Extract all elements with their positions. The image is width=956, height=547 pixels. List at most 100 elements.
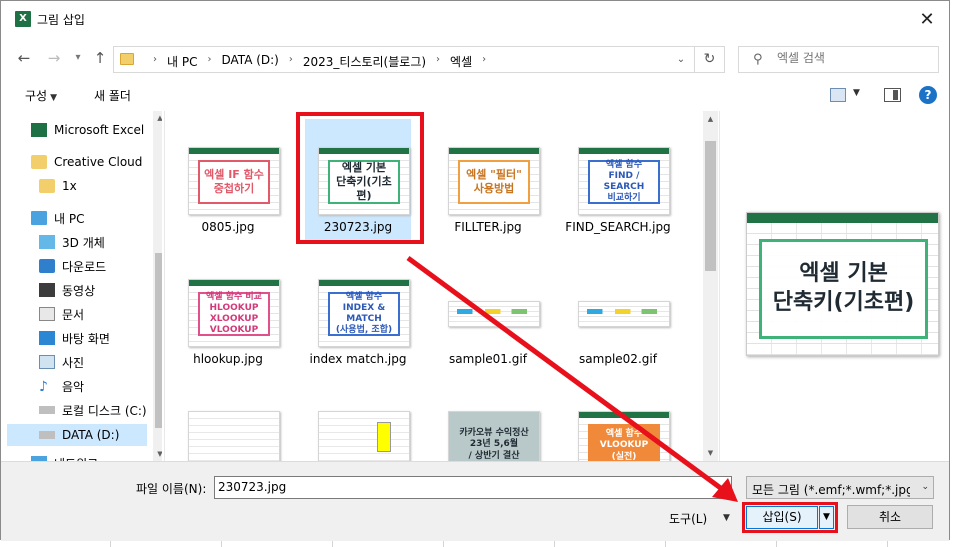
breadcrumb-separator-icon[interactable]: › xyxy=(202,53,216,70)
nav-item[interactable]: 로컬 디스크 (C:) xyxy=(7,399,147,421)
address-dropdown-chevron-icon[interactable]: ⌄ xyxy=(672,51,690,69)
file-thumbnail xyxy=(448,301,540,327)
nav-item[interactable]: DATA (D:) xyxy=(7,424,147,446)
download-icon xyxy=(39,259,55,273)
filetype-select[interactable]: 모든 그림 (*.emf;*.wmf;*.jpg;*. ⌄ xyxy=(746,476,934,499)
thumbnail-text-line: HLOOKUP xyxy=(209,302,259,313)
title-bar: X 그림 삽입 ✕ xyxy=(1,1,949,39)
insert-options-dropdown-icon[interactable]: ▼ xyxy=(819,506,834,529)
thumbnail-text-line: / 상반기 결산 xyxy=(468,450,520,461)
new-folder-button[interactable]: 새 폴더 xyxy=(94,87,131,104)
breadcrumb-item[interactable]: 2023_티스토리(블로그) xyxy=(298,53,431,70)
address-bar[interactable]: › 내 PC › DATA (D:) › 2023_티스토리(블로그) › 엑셀 › ⌄ ↻ xyxy=(113,46,725,73)
file-tile[interactable]: 엑셀 IF 함수 중첩하기 0805.jpg xyxy=(175,119,281,241)
preview-ribbon xyxy=(747,213,938,223)
file-name: sample02.gif xyxy=(579,352,657,366)
scroll-up-icon[interactable]: ▲ xyxy=(153,114,162,122)
file-tile[interactable]: 엑셀 "필터" 사용방법 FILLTER.jpg xyxy=(435,119,541,241)
preview-pane-icon[interactable] xyxy=(884,88,901,102)
thumbnail-text-line: 엑셀 함수 비교 xyxy=(206,291,262,302)
nav-item[interactable]: 문서 xyxy=(7,303,147,325)
breadcrumb-separator-icon[interactable]: › xyxy=(431,53,445,70)
nav-item[interactable]: 내 PC xyxy=(7,207,147,229)
up-arrow-icon[interactable]: ↑ xyxy=(89,47,111,69)
breadcrumb-item[interactable]: 엑셀 xyxy=(445,53,477,70)
nav-item[interactable]: 다운로드 xyxy=(7,255,147,277)
recent-locations-chevron-icon[interactable]: ▾ xyxy=(67,47,89,69)
nav-item[interactable]: 동영상 xyxy=(7,279,147,301)
document-icon xyxy=(39,307,55,321)
thumbnail-text-line: 중첩하기 xyxy=(213,182,255,195)
thumbnail-card: 엑셀 기본 단축키(기초편) xyxy=(328,160,400,204)
change-view-icon[interactable] xyxy=(830,88,846,102)
cube-icon xyxy=(39,235,55,249)
search-box[interactable]: ⚲ xyxy=(738,46,939,73)
scroll-up-icon[interactable]: ▲ xyxy=(703,115,718,123)
file-tile[interactable]: 엑셀 함수 FIND / SEARCH 비교하기 FIND_SEARCH.jpg xyxy=(565,119,671,241)
filename-input[interactable] xyxy=(218,480,698,494)
excel-icon: X xyxy=(15,11,31,27)
gif-preview-chips xyxy=(587,309,657,314)
file-name: FILLTER.jpg xyxy=(454,220,522,234)
file-tile[interactable]: 엑셀 함수 INDEX & MATCH (사용법, 조합) index match.j… xyxy=(305,251,411,373)
nav-item[interactable]: 바탕 화면 xyxy=(7,327,147,349)
chevron-down-icon[interactable]: ⌄ xyxy=(721,480,729,490)
scroll-down-icon[interactable]: ▼ xyxy=(703,449,718,457)
cancel-button[interactable]: 취소 xyxy=(847,505,933,529)
nav-item[interactable]: 3D 개체 xyxy=(7,231,147,253)
search-input[interactable] xyxy=(777,51,932,65)
gif-preview-chips xyxy=(457,309,527,314)
folder-sync-icon xyxy=(39,179,55,193)
nav-item[interactable]: Creative Cloud Fil xyxy=(7,151,147,173)
thumbnail-text-line: 엑셀 IF 함수 xyxy=(204,168,264,182)
breadcrumb-separator-icon[interactable]: › xyxy=(148,53,162,70)
forward-arrow-icon[interactable]: → xyxy=(43,47,65,69)
film-icon xyxy=(39,283,55,297)
preview-title-line1: 엑셀 기본 xyxy=(799,261,888,287)
breadcrumb-item[interactable]: 내 PC xyxy=(162,53,202,70)
file-tile[interactable]: 카카오뷰 수익정산 23년 5,6월 / 상반기 결산 xyxy=(435,383,541,461)
file-tile[interactable]: sample01.gif xyxy=(435,251,541,373)
scroll-thumb[interactable] xyxy=(705,141,716,271)
help-icon[interactable]: ? xyxy=(919,86,937,104)
tools-button[interactable]: 도구(L) xyxy=(669,510,707,527)
file-tile[interactable] xyxy=(305,383,411,461)
file-tile[interactable] xyxy=(175,383,281,461)
breadcrumb-separator-icon[interactable]: › xyxy=(477,53,491,70)
file-scrollbar[interactable]: ▲ ▼ xyxy=(703,111,718,461)
thumbnail-text-line: 엑셀 기본 xyxy=(341,161,387,175)
filetype-value: 모든 그림 (*.emf;*.wmf;*.jpg;*. xyxy=(752,483,910,497)
file-tile[interactable]: sample02.gif xyxy=(565,251,671,373)
nav-item[interactable]: 네트워크 xyxy=(7,452,147,461)
back-arrow-icon[interactable]: ← xyxy=(13,47,35,69)
file-tile[interactable]: 엑셀 함수 VLOOKUP (실전) xyxy=(565,383,671,461)
nav-item[interactable]: 사진 xyxy=(7,351,147,373)
file-name: 0805.jpg xyxy=(201,220,255,234)
nav-item-label: 사진 xyxy=(62,355,85,370)
insert-button[interactable]: 삽입(S) xyxy=(746,506,818,529)
file-list: 엑셀 IF 함수 중첩하기 0805.jpg 엑셀 기본 단축키(기초편) 230723.… xyxy=(164,111,718,461)
nav-scrollbar[interactable]: ▲ ▼ xyxy=(153,111,162,461)
thumbnail-text-line: 사용방법 xyxy=(473,182,515,195)
file-tile[interactable]: 엑셀 기본 단축키(기초편) 230723.jpg xyxy=(305,119,411,241)
chevron-down-icon: ▼ xyxy=(50,93,58,103)
navigation-row: ← → ▾ ↑ › 내 PC › DATA (D:) › 2023_티스토리(블로그) › 엑… xyxy=(1,39,949,79)
nav-item[interactable]: 1x xyxy=(7,175,147,197)
file-tile[interactable]: 엑셀 함수 비교 HLOOKUP XLOOKUP VLOOKUP hlookup.jpg xyxy=(175,251,281,373)
view-options-chevron-icon[interactable]: ▼ xyxy=(853,88,860,98)
breadcrumb-item[interactable]: DATA (D:) xyxy=(216,53,283,70)
nav-item[interactable]: Microsoft Excel xyxy=(7,119,147,141)
file-thumbnail: 카카오뷰 수익정산 23년 5,6월 / 상반기 결산 xyxy=(448,411,540,461)
thumbnail-text-line: (실전) xyxy=(611,451,637,461)
thumbnail-text-line: 엑셀 함수 xyxy=(605,159,643,170)
nav-item[interactable]: ♪ 음악 xyxy=(7,375,147,397)
filename-combobox[interactable]: ⌄ xyxy=(214,476,732,499)
file-thumbnail xyxy=(188,411,280,461)
scroll-thumb[interactable] xyxy=(155,253,162,428)
tools-dropdown-icon[interactable]: ▼ xyxy=(723,513,730,523)
refresh-icon[interactable]: ↻ xyxy=(694,47,724,72)
breadcrumb-separator-icon[interactable]: › xyxy=(284,53,298,70)
scroll-down-icon[interactable]: ▼ xyxy=(153,450,162,458)
organize-button[interactable]: 구성 ▼ xyxy=(25,87,57,104)
close-button[interactable]: ✕ xyxy=(905,1,949,39)
